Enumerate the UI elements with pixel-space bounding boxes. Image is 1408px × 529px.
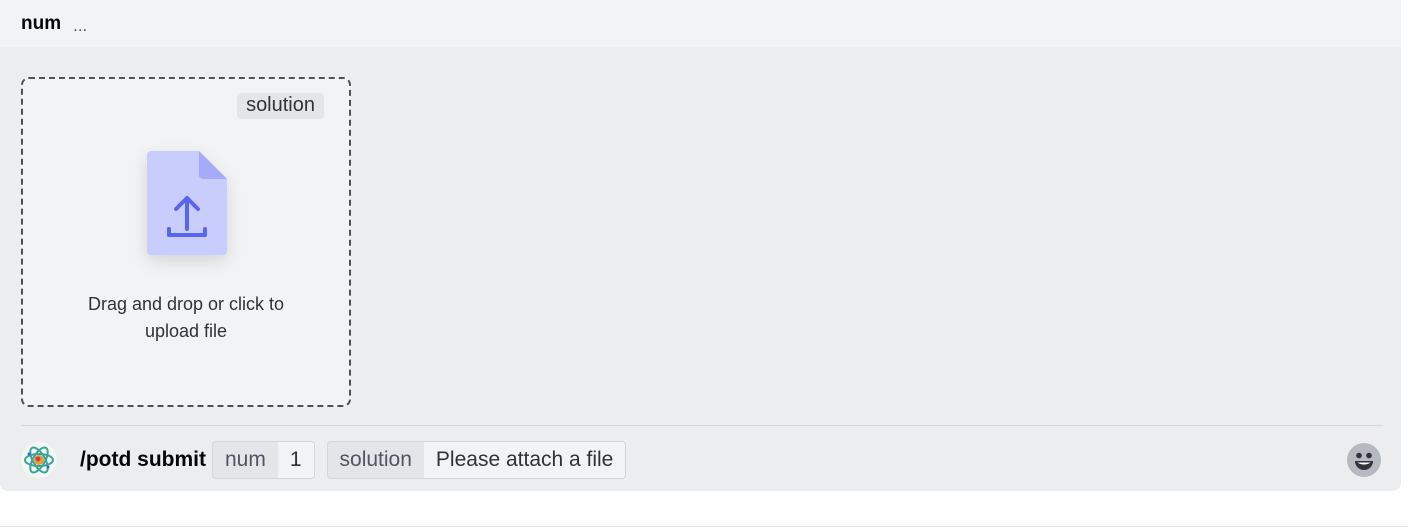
- option-value: Please attach a file: [423, 442, 626, 478]
- option-pill-num[interactable]: num 1: [211, 441, 315, 479]
- option-value: 1: [277, 442, 314, 478]
- file-upload-icon: [147, 151, 227, 255]
- bot-avatar[interactable]: [21, 442, 57, 478]
- header-ellipsis: ...: [73, 15, 88, 35]
- dropzone-option-tag: solution: [237, 93, 324, 119]
- divider: [21, 425, 1383, 426]
- command-name: /potd submit: [80, 448, 206, 471]
- option-header: num ...: [0, 0, 1401, 47]
- header-title: num: [21, 12, 62, 34]
- command-bar: /potd submit num 1 solution Please attac…: [21, 440, 638, 480]
- option-name: solution: [327, 442, 424, 478]
- dropzone-line-2: upload file: [144, 321, 228, 341]
- atom-icon: [21, 442, 57, 478]
- file-dropzone[interactable]: solution Drag and drop or click to uploa…: [21, 77, 351, 407]
- option-pill-solution[interactable]: solution Please attach a file: [326, 441, 627, 479]
- slash-command-panel: num ... solution Drag and drop or click …: [0, 0, 1401, 491]
- emoji-smile-icon[interactable]: [1347, 443, 1381, 477]
- dropzone-instructions: Drag and drop or click to upload file: [23, 291, 349, 345]
- dropzone-line-1: Drag and drop or click to: [87, 294, 285, 314]
- option-name: num: [212, 442, 278, 478]
- bottom-divider: [0, 526, 1408, 527]
